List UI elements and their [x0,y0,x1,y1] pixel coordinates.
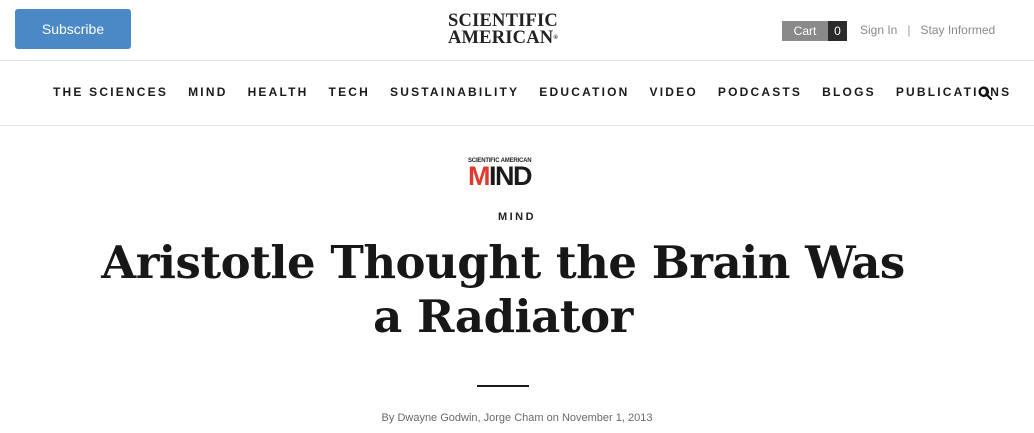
subscribe-button[interactable]: Subscribe [15,9,131,49]
publish-date: November 1, 2013 [561,412,653,424]
author-link-2[interactable]: Jorge Cham [484,412,544,424]
author-link-1[interactable]: Dwayne Godwin [397,412,477,424]
nav-item-publications[interactable]: PUBLICATIONS [896,85,1012,99]
byline-prefix: By [381,412,395,424]
nav-item-tech[interactable]: TECH [329,85,370,99]
logo-line-2: AMERICAN® [447,28,559,48]
nav-item-education[interactable]: EDUCATION [539,85,629,99]
top-bar: Subscribe SCIENTIFIC AMERICAN® Cart 0 Si… [0,0,1034,60]
date-prefix: on [546,412,559,424]
nav-item-health[interactable]: HEALTH [248,85,309,99]
sign-in-link[interactable]: Sign In [860,23,897,37]
byline: By Dwayne Godwin, Jorge Cham on November… [0,412,1034,424]
mind-section-logo[interactable]: SCIENTIFIC AMERICAN MIND [468,157,540,191]
cart-count-badge: 0 [828,21,847,41]
nav-divider [0,125,1034,126]
nav-item-blogs[interactable]: BLOGS [822,85,876,99]
mind-logo-m: M [468,161,491,191]
author-separator: , [477,412,481,424]
main-nav: THE SCIENCES MIND HEALTH TECH SUSTAINABI… [0,61,1034,125]
nav-item-mind[interactable]: MIND [188,85,227,99]
nav-item-sustainability[interactable]: SUSTAINABILITY [390,85,519,99]
article-headline: Aristotle Thought the Brain Was a Radiat… [101,236,905,343]
nav-items: THE SCIENCES MIND HEALTH TECH SUSTAINABI… [53,85,1031,99]
nav-item-video[interactable]: VIDEO [650,85,698,99]
account-links: Sign In | Stay Informed [860,23,995,37]
mind-logo-rest: IND [489,161,533,191]
registered-mark: ® [553,35,559,41]
nav-item-podcasts[interactable]: PODCASTS [718,85,802,99]
headline-rule [477,385,529,387]
link-separator: | [907,23,911,37]
cart-button[interactable]: Cart 0 [782,21,847,41]
section-label[interactable]: MIND [0,211,1034,223]
mind-logo-subtitle: SCIENTIFIC AMERICAN [468,157,532,164]
nav-item-the-sciences[interactable]: THE SCIENCES [53,85,168,99]
stay-informed-link[interactable]: Stay Informed [920,23,995,37]
cart-label: Cart [782,21,828,41]
search-icon[interactable] [978,86,992,100]
scientific-american-logo[interactable]: SCIENTIFIC AMERICAN® [441,12,565,48]
mind-logo-wordmark: MIND [468,161,540,191]
